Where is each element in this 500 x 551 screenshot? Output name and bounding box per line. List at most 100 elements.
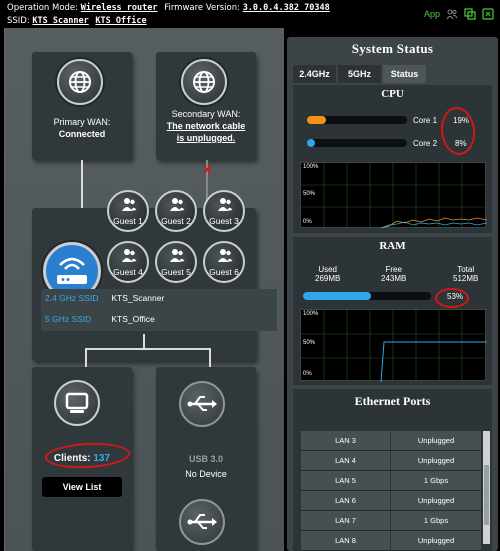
core-2-bar [307, 139, 407, 147]
top-info-bar: Operation Mode: Wireless router Firmware… [0, 0, 500, 28]
system-status-panel: System Status 2.4GHz 5GHz Status CPU Cor… [287, 37, 498, 551]
ram-bar-fill [303, 292, 371, 300]
guest-network-2[interactable]: Guest 2 [155, 190, 197, 232]
operation-mode-link[interactable]: Wireless router [81, 3, 158, 13]
core-1-bar-fill [307, 116, 326, 124]
ssid-row-5ghz: 5 GHz SSID KTS_Office [45, 314, 155, 324]
guest-users-icon [218, 249, 233, 262]
guest-label-2: Guest 2 [161, 216, 191, 226]
ram-free-value: 243MB [381, 274, 407, 283]
ram-free: Free 243MB [381, 265, 406, 283]
ram-section: RAM Used 269MB Free 243MB Total 512MB 53… [293, 237, 492, 385]
core-1-percent: 19% [453, 116, 470, 125]
table-row: LAN 51 Gbps [301, 471, 481, 491]
system-status-title: System Status [351, 41, 434, 56]
core-1-bar [307, 116, 407, 124]
ssid-summary: 2.4 GHz SSID KTS_Scanner 5 GHz SSID KTS_… [41, 289, 277, 331]
ssid-name: KTS_Scanner [111, 293, 165, 303]
cpu-graph-label-100: 100% [303, 164, 319, 170]
core-2-bar-fill [307, 139, 315, 147]
core-2-percent: 8% [455, 139, 467, 148]
usb-label: USB 3.0 [188, 454, 223, 464]
cpu-usage-graph: 100% 50% 0% [300, 162, 487, 229]
operation-mode-label: Operation Mode: [7, 3, 79, 13]
table-row: LAN 8 Unplugged [301, 531, 481, 551]
ram-total: Total 512MB [453, 265, 478, 283]
ram-total-value: 512MB [453, 274, 479, 283]
table-row: LAN 71 Gbps [301, 511, 481, 531]
users-icon[interactable] [446, 8, 458, 20]
ram-used-label: Used [318, 265, 338, 274]
cpu-graph-label-50: 50% [303, 191, 316, 197]
cpu-graph-label-0: 0% [303, 219, 312, 225]
primary-wan-card[interactable]: Primary WAN: Connected [32, 52, 132, 160]
table-row: LAN 4 Unplugged [301, 451, 481, 471]
globe-icon [181, 59, 227, 105]
guest-label-1: Guest 1 [113, 216, 143, 226]
connection-line [85, 348, 211, 350]
port-status: 1 Gbps [391, 471, 481, 490]
port-name: LAN 5 [301, 471, 391, 490]
table-row: LAN 6 Unplugged [301, 491, 481, 511]
guest-users-icon [170, 198, 185, 211]
network-map-panel: Primary WAN: Connected Secondary WAN: Th… [4, 28, 284, 551]
feedback-icon[interactable] [482, 8, 494, 20]
ethernet-scrollbar[interactable] [483, 431, 490, 544]
tab-status[interactable]: Status [383, 65, 426, 83]
globe-icon [57, 59, 103, 105]
cpu-graph-svg [301, 163, 487, 229]
guest-network-4[interactable]: Guest 4 [107, 241, 149, 283]
port-status: Unplugged [391, 491, 481, 510]
usb-status-icon[interactable] [464, 8, 476, 20]
ram-title: RAM [379, 240, 406, 252]
port-status: 1 Gbps [391, 511, 481, 530]
ram-total-label: Total [457, 265, 475, 274]
ssid-band-label: 2.4 GHz SSID [45, 293, 99, 303]
guest-network-1[interactable]: Guest 1 [107, 190, 149, 232]
core-1-label: Core 1 [413, 116, 438, 125]
usb-icon [179, 381, 225, 427]
port-name: LAN 3 [301, 431, 391, 450]
ssid-band-label: 5 GHz SSID [45, 314, 92, 324]
guest-label-3: Guest 3 [209, 216, 239, 226]
view-list-button[interactable]: View List [42, 477, 122, 497]
primary-wan-status: Connected [58, 129, 106, 139]
guest-users-icon [218, 198, 233, 211]
firmware-version-label: Firmware Version: [164, 3, 240, 13]
ram-used-value: 269MB [315, 274, 341, 283]
secondary-wan-status-link[interactable]: The network cable is unplugged. [156, 120, 256, 144]
usb-icon [179, 499, 225, 545]
ssid-link-1[interactable]: KTS_Scanner [32, 16, 88, 26]
guest-network-6[interactable]: Guest 6 [203, 241, 245, 283]
ram-free-label: Free [385, 265, 402, 274]
scrollbar-thumb[interactable] [484, 465, 489, 525]
ssid-row-24ghz: 2.4 GHz SSID KTS_Scanner [45, 293, 164, 303]
app-link[interactable]: App [424, 9, 440, 19]
port-status: Unplugged [391, 431, 481, 450]
tab-5ghz[interactable]: 5GHz [338, 65, 381, 83]
guest-network-5[interactable]: Guest 5 [155, 241, 197, 283]
ssid-name: KTS_Office [111, 314, 155, 324]
cpu-title: CPU [381, 88, 404, 100]
clients-info: Clients: 137 [32, 453, 132, 465]
table-row: LAN 3 Unplugged [301, 431, 481, 451]
port-name: LAN 7 [301, 511, 391, 530]
secondary-wan-card[interactable]: Secondary WAN: The network cable is unpl… [156, 52, 256, 160]
monitor-icon [54, 380, 100, 426]
ethernet-table: LAN 3 Unplugged LAN 4 Unplugged LAN 51 Gbp… [301, 431, 481, 551]
firmware-version-link[interactable]: 3.0.0.4.382_70348 [243, 3, 330, 13]
guest-users-icon [122, 249, 137, 262]
cpu-section: CPU Core 1 19% Core 2 8% 100% 50% 0% [293, 85, 492, 233]
clients-card[interactable]: Clients: 137 View List [32, 367, 132, 551]
ssid-row: SSID: KTS_Scanner KTS_Office [7, 16, 151, 26]
port-name: LAN 4 [301, 451, 391, 470]
tab-2-4ghz[interactable]: 2.4GHz [293, 65, 336, 83]
ram-bar [303, 292, 431, 300]
guest-network-3[interactable]: Guest 3 [203, 190, 245, 232]
ssid-link-2[interactable]: KTS_Office [95, 16, 146, 26]
usb-card[interactable]: USB 3.0 No Device [156, 367, 256, 551]
ram-graph-label-50: 50% [303, 340, 316, 346]
core-2-label: Core 2 [413, 139, 438, 148]
connection-line [85, 348, 87, 367]
port-status: Unplugged [391, 451, 481, 470]
